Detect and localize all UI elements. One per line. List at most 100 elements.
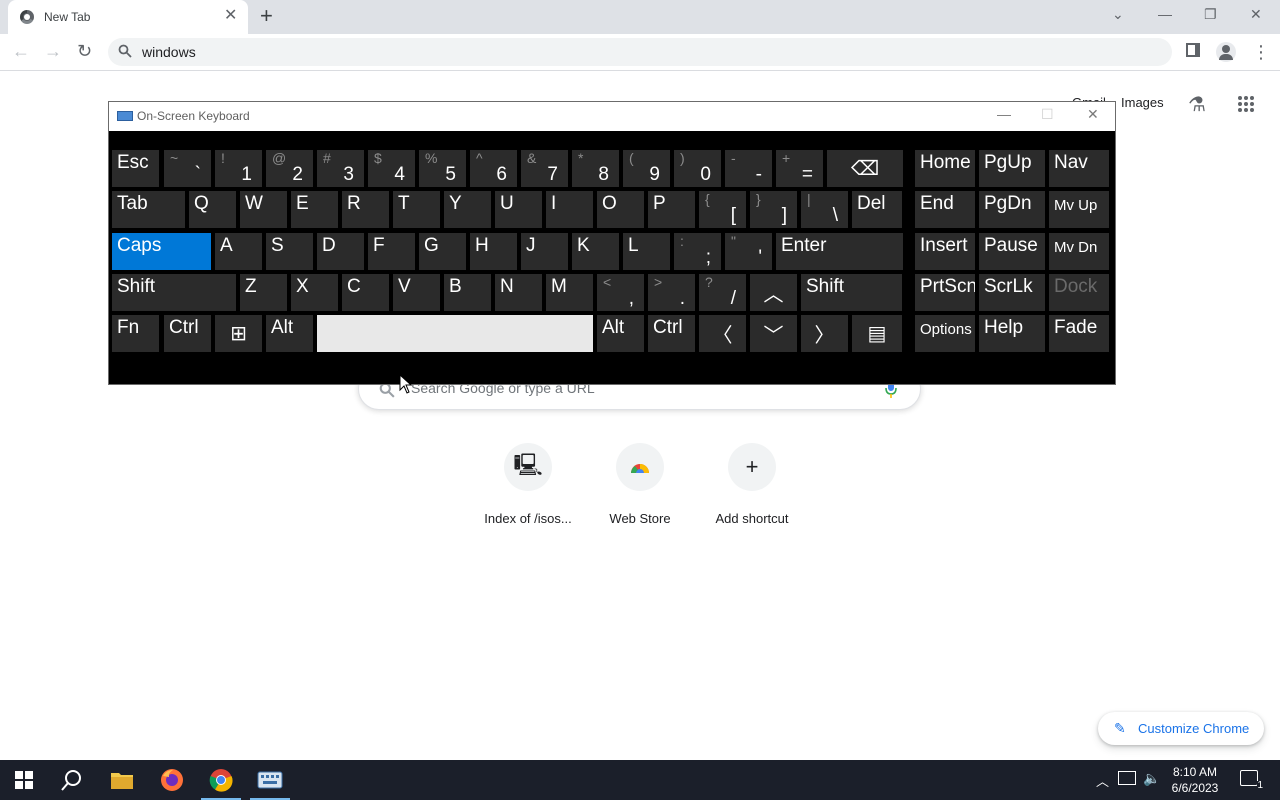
osk-key-i[interactable]: I <box>546 191 593 228</box>
back-icon[interactable]: ← <box>12 40 30 62</box>
osk-key-f[interactable]: F <box>368 233 415 270</box>
reload-icon[interactable]: ↻ <box>77 40 92 62</box>
osk-key-0[interactable]: ) 0 <box>674 150 721 187</box>
chrome-taskbar-button[interactable] <box>197 760 245 800</box>
osk-key-esc[interactable]: Esc <box>112 150 159 187</box>
side-panel-icon[interactable] <box>1186 43 1200 57</box>
tab-new-tab[interactable]: New Tab ✕ <box>8 0 248 34</box>
osk-key-8[interactable]: * 8 <box>572 150 619 187</box>
osk-key-5[interactable]: % 5 <box>419 150 466 187</box>
osk-taskbar-button[interactable] <box>246 760 294 800</box>
network-icon[interactable] <box>1118 771 1136 785</box>
close-window-icon[interactable]: ✕ <box>1250 6 1262 23</box>
osk-key-dock[interactable]: Dock <box>1049 274 1109 311</box>
minimize-icon[interactable]: — <box>1158 6 1172 22</box>
osk-key-3[interactable]: #3 <box>317 150 364 187</box>
osk-key-mv-dn[interactable]: Mv Dn <box>1049 233 1109 270</box>
osk-key-r[interactable]: R <box>342 191 389 228</box>
osk-key-/[interactable]: ? / <box>699 274 746 311</box>
osk-key-'[interactable]: " ' <box>725 233 772 270</box>
osk-key-x[interactable]: X <box>291 274 338 311</box>
osk-key-pgdn[interactable]: PgDn <box>979 191 1045 228</box>
osk-key-alt[interactable]: Alt <box>266 315 313 352</box>
google-apps-icon[interactable] <box>1237 95 1255 113</box>
osk-key-icon[interactable]: 〉 <box>801 315 848 352</box>
osk-key-b[interactable]: B <box>444 274 491 311</box>
start-button[interactable] <box>0 760 48 800</box>
osk-key-q[interactable]: Q <box>189 191 236 228</box>
shortcut-index-isos[interactable]: 🖳 Index of /isos... <box>473 443 583 526</box>
osk-key-scrlk[interactable]: ScrLk <box>979 274 1045 311</box>
osk-key-space[interactable] <box>317 315 593 352</box>
osk-key-enter[interactable]: Enter <box>776 233 903 270</box>
osk-key-`[interactable]: ~ ` <box>164 150 211 187</box>
volume-muted-icon[interactable]: 🔈 <box>1143 770 1160 787</box>
osk-key-help[interactable]: Help <box>979 315 1045 352</box>
osk-key-n[interactable]: N <box>495 274 542 311</box>
osk-key-ctrl[interactable]: Ctrl <box>648 315 695 352</box>
osk-key-;[interactable]: :; <box>674 233 721 270</box>
osk-minimize-icon[interactable]: — <box>997 106 1011 122</box>
osk-key-home[interactable]: Home <box>915 150 975 187</box>
osk-key--[interactable]: -- <box>725 150 772 187</box>
osk-key-z[interactable]: Z <box>240 274 287 311</box>
osk-key-2[interactable]: @2 <box>266 150 313 187</box>
osk-key-shift[interactable]: Shift <box>112 274 236 311</box>
firefox-button[interactable] <box>148 760 196 800</box>
osk-key-shift[interactable]: Shift <box>801 274 902 311</box>
osk-key-pause[interactable]: Pause <box>979 233 1045 270</box>
osk-key-4[interactable]: $4 <box>368 150 415 187</box>
images-link[interactable]: Images <box>1121 95 1164 110</box>
osk-key-o[interactable]: O <box>597 191 644 228</box>
osk-key-caps[interactable]: Caps <box>112 233 211 270</box>
osk-key-tab[interactable]: Tab <box>112 191 185 228</box>
osk-key-.[interactable]: >. <box>648 274 695 311</box>
add-shortcut-button[interactable]: + Add shortcut <box>697 443 807 526</box>
osk-key-7[interactable]: & 7 <box>521 150 568 187</box>
osk-key-u[interactable]: U <box>495 191 542 228</box>
notification-icon[interactable]: 1 <box>1240 770 1263 791</box>
osk-key-k[interactable]: K <box>572 233 619 270</box>
osk-close-icon[interactable]: ✕ <box>1087 106 1099 123</box>
osk-key-ctrl[interactable]: Ctrl <box>164 315 211 352</box>
osk-key-m[interactable]: M <box>546 274 593 311</box>
osk-key-alt[interactable]: Alt <box>597 315 644 352</box>
show-hidden-icons[interactable]: ︿ <box>1096 771 1109 790</box>
address-bar[interactable]: windows <box>108 38 1172 66</box>
search-button[interactable] <box>48 760 96 800</box>
osk-key-c[interactable]: C <box>342 274 389 311</box>
osk-key-1[interactable]: ! 1 <box>215 150 262 187</box>
labs-flask-icon[interactable]: ⚗ <box>1188 92 1206 117</box>
new-tab-button[interactable]: + <box>260 5 273 27</box>
osk-key-icon[interactable]: ﹀ <box>750 315 797 352</box>
file-explorer-button[interactable] <box>98 760 146 800</box>
osk-key-t[interactable]: T <box>393 191 440 228</box>
osk-key-h[interactable]: H <box>470 233 517 270</box>
osk-key-del[interactable]: Del <box>852 191 902 228</box>
osk-key-end[interactable]: End <box>915 191 975 228</box>
osk-key-icon[interactable]: 〈 <box>699 315 746 352</box>
tab-close-icon[interactable]: ✕ <box>224 8 237 24</box>
clock[interactable]: 8:10 AM 6/6/2023 <box>1160 764 1230 796</box>
osk-key-icon[interactable]: ▤ <box>852 315 902 352</box>
osk-key-pgup[interactable]: PgUp <box>979 150 1045 187</box>
osk-key-l[interactable]: L <box>623 233 670 270</box>
osk-key-icon[interactable]: ︿ <box>750 274 797 311</box>
customize-chrome-button[interactable]: ✎ Customize Chrome <box>1098 712 1264 745</box>
osk-key-=[interactable]: + = <box>776 150 823 187</box>
osk-key-prtscn[interactable]: PrtScn <box>915 274 975 311</box>
osk-key-w[interactable]: W <box>240 191 287 228</box>
osk-key-y[interactable]: Y <box>444 191 491 228</box>
osk-key-a[interactable]: A <box>215 233 262 270</box>
forward-icon[interactable]: → <box>44 40 62 62</box>
osk-key-nav[interactable]: Nav <box>1049 150 1109 187</box>
osk-key-j[interactable]: J <box>521 233 568 270</box>
osk-key-fn[interactable]: Fn <box>112 315 159 352</box>
osk-key-p[interactable]: P <box>648 191 695 228</box>
osk-titlebar[interactable]: On-Screen Keyboard — ☐ ✕ <box>109 102 1115 131</box>
osk-key-,[interactable]: <, <box>597 274 644 311</box>
osk-key-[[interactable]: {[ <box>699 191 746 228</box>
osk-key-9[interactable]: (9 <box>623 150 670 187</box>
osk-key-icon[interactable]: ⊞ <box>215 315 262 352</box>
osk-key-v[interactable]: V <box>393 274 440 311</box>
